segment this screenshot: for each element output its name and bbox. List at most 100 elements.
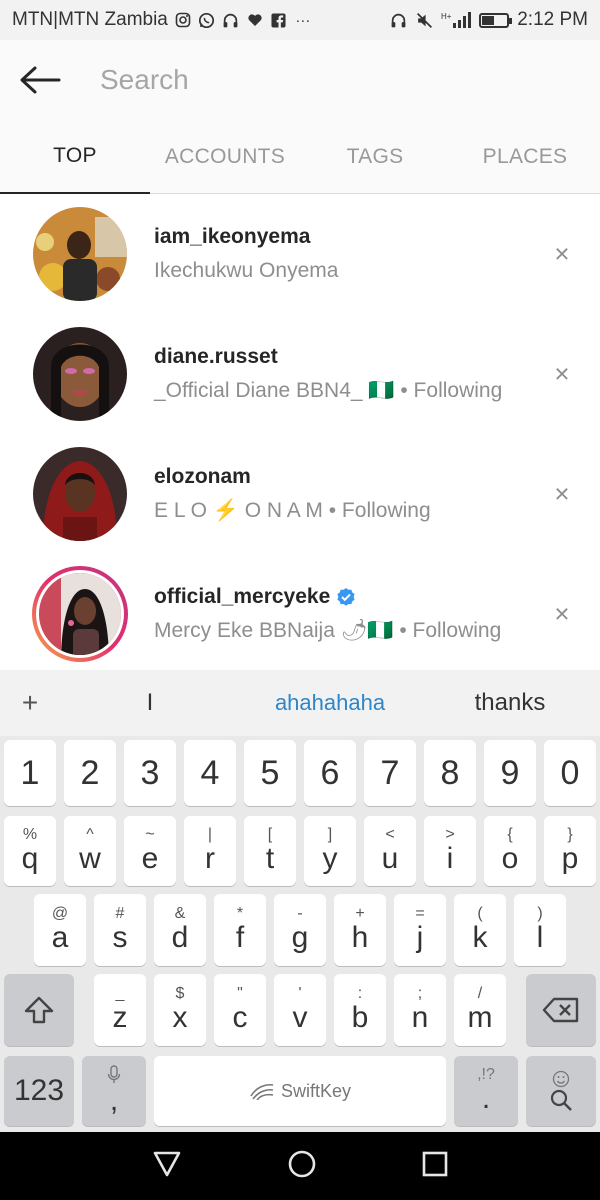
letter-key-i[interactable]: > i <box>424 816 476 886</box>
number-key-0[interactable]: 0 <box>544 740 596 806</box>
full-name: E L O ⚡ O N A M • Following <box>154 499 431 522</box>
remove-button[interactable]: × <box>550 239 574 270</box>
letter-key-r[interactable]: | r <box>184 816 236 886</box>
letter-key-c[interactable]: " c <box>214 974 266 1046</box>
number-key-6[interactable]: 6 <box>304 740 356 806</box>
key-secondary-label: > <box>445 826 455 843</box>
heart-icon <box>246 11 264 29</box>
key-label: v <box>292 1001 308 1034</box>
avatar[interactable] <box>32 446 128 542</box>
tab-tags[interactable]: TAGS <box>300 120 450 194</box>
back-triangle-icon[interactable] <box>152 1150 182 1183</box>
number-key-4[interactable]: 4 <box>184 740 236 806</box>
username: iam_ikeonyema <box>154 225 311 248</box>
letter-key-h[interactable]: + h <box>334 894 386 966</box>
number-key-7[interactable]: 7 <box>364 740 416 806</box>
letter-key-z[interactable]: _ z <box>94 974 146 1046</box>
key-secondary-label: ] <box>327 826 333 843</box>
letter-key-p[interactable]: } p <box>544 816 596 886</box>
shift-key[interactable] <box>4 974 74 1046</box>
key-secondary-label: [ <box>267 826 273 843</box>
whatsapp-icon <box>198 11 216 29</box>
suggestion-center[interactable]: ahahahaha <box>240 690 420 716</box>
username: official_mercyeke <box>154 585 501 609</box>
back-button[interactable] <box>0 40 80 120</box>
comma-key[interactable]: , <box>82 1056 146 1126</box>
list-item[interactable]: elozonam E L O ⚡ O N A M • Following × <box>0 434 600 554</box>
number-key-1[interactable]: 1 <box>4 740 56 806</box>
letter-key-x[interactable]: $ x <box>154 974 206 1046</box>
number-key-2[interactable]: 2 <box>64 740 116 806</box>
expand-toolbar-button[interactable]: + <box>0 687 60 719</box>
number-key-5[interactable]: 5 <box>244 740 296 806</box>
instagram-icon <box>174 11 192 29</box>
avatar[interactable] <box>32 326 128 422</box>
period-key[interactable]: ,!? . <box>454 1056 518 1126</box>
letter-key-b[interactable]: :b <box>334 974 386 1046</box>
key-label: n <box>411 1001 429 1034</box>
facebook-icon <box>270 11 288 29</box>
search-header <box>0 40 600 120</box>
headphones-icon <box>389 11 407 29</box>
remove-button[interactable]: × <box>550 479 574 510</box>
key-label: 5 <box>260 754 280 792</box>
key-label: h <box>351 921 369 954</box>
numbers-key[interactable]: 123 <box>4 1056 74 1126</box>
letter-key-g[interactable]: -g <box>274 894 326 966</box>
tab-top[interactable]: TOP <box>0 120 150 194</box>
key-secondary-label: ; <box>417 985 423 1002</box>
letter-key-l[interactable]: ) l <box>514 894 566 966</box>
avatar-story-ring[interactable] <box>32 566 128 662</box>
home-circle-icon[interactable] <box>287 1149 317 1184</box>
username: elozonam <box>154 465 251 488</box>
search-input[interactable] <box>80 64 560 96</box>
full-name: Mercy Eke BBNaija 🌶🇳🇬 • Following <box>154 619 502 642</box>
letter-key-k[interactable]: (k <box>454 894 506 966</box>
recents-square-icon[interactable] <box>422 1151 448 1182</box>
key-label: 2 <box>80 754 100 792</box>
letter-key-y[interactable]: ] y <box>304 816 356 886</box>
search-key[interactable] <box>526 1056 596 1126</box>
key-label: w <box>79 842 101 875</box>
tab-places[interactable]: PLACES <box>450 120 600 194</box>
key-label: f <box>235 921 245 954</box>
letter-key-a[interactable]: @ a <box>34 894 86 966</box>
remove-button[interactable]: × <box>550 599 574 630</box>
key-label: j <box>416 921 424 954</box>
number-key-9[interactable]: 9 <box>484 740 536 806</box>
tab-accounts[interactable]: ACCOUNTS <box>150 120 300 194</box>
letter-key-w[interactable]: ^ w <box>64 816 116 886</box>
username: diane.russet <box>154 345 278 368</box>
letter-key-u[interactable]: < u <box>364 816 416 886</box>
key-secondary-label: $ <box>175 985 185 1002</box>
suggestion-left[interactable]: I <box>60 689 240 717</box>
letter-key-n[interactable]: ; n <box>394 974 446 1046</box>
key-secondary-label: - <box>297 905 303 922</box>
letter-key-j[interactable]: = j <box>394 894 446 966</box>
list-item[interactable]: official_mercyeke Mercy Eke BBNaija 🌶🇳🇬 … <box>0 554 600 670</box>
letter-key-e[interactable]: ~ e <box>124 816 176 886</box>
recent-search-list: iam_ikeonyema Ikechukwu Onyema × diane.r… <box>0 194 600 670</box>
space-bar[interactable]: SwiftKey <box>154 1056 446 1126</box>
notification-icons: ··· <box>174 11 312 29</box>
number-key-3[interactable]: 3 <box>124 740 176 806</box>
suggestion-right[interactable]: thanks <box>420 689 600 717</box>
number-key-8[interactable]: 8 <box>424 740 476 806</box>
letter-key-d[interactable]: & d <box>154 894 206 966</box>
letter-key-q[interactable]: % q <box>4 816 56 886</box>
letter-key-o[interactable]: {o <box>484 816 536 886</box>
key-secondary-label: # <box>115 905 125 922</box>
battery-icon <box>479 12 513 28</box>
key-label: 7 <box>380 754 400 792</box>
avatar[interactable] <box>32 206 128 302</box>
list-item[interactable]: iam_ikeonyema Ikechukwu Onyema × <box>0 194 600 314</box>
letter-key-m[interactable]: / m <box>454 974 506 1046</box>
letter-key-v[interactable]: ' v <box>274 974 326 1046</box>
letter-key-f[interactable]: * f <box>214 894 266 966</box>
letter-key-t[interactable]: [t <box>244 816 296 886</box>
backspace-key[interactable] <box>526 974 596 1046</box>
remove-button[interactable]: × <box>550 359 574 390</box>
list-item[interactable]: diane.russet _Official Diane BBN4_ 🇳🇬 • … <box>0 314 600 434</box>
keyboard: 123 , SwiftKey ,!? . 1 2 3 4 5 6 7 8 9 0% q ^ w ~ e | r[… <box>0 736 600 1132</box>
letter-key-s[interactable]: # s <box>94 894 146 966</box>
